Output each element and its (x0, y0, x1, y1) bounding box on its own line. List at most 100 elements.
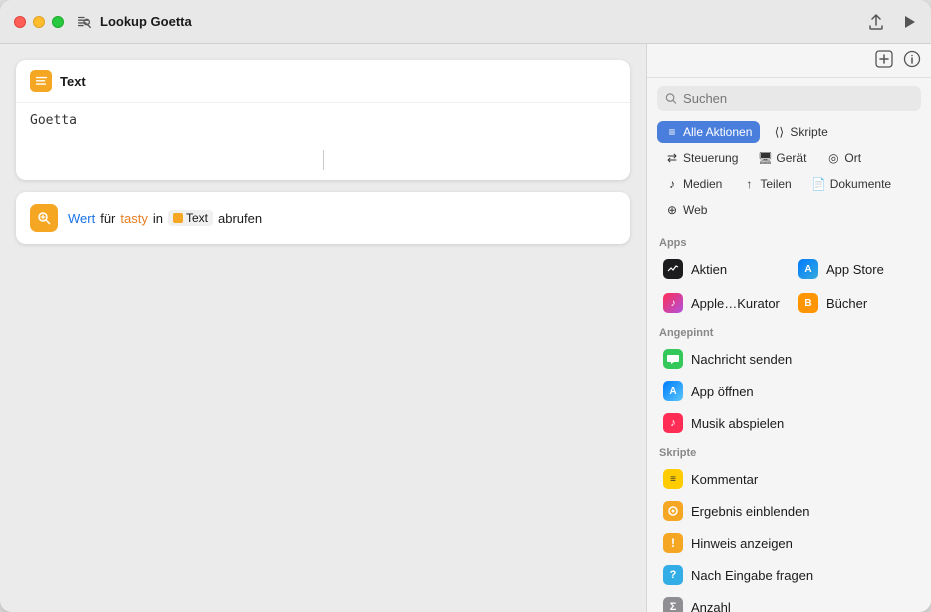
list-item-anzahl[interactable]: Σ Anzahl (655, 591, 923, 612)
eingabe-label: Nach Eingabe fragen (691, 568, 813, 583)
lookup-text: Wert für tasty in Text abrufen (68, 210, 262, 226)
hinweis-label: Hinweis anzeigen (691, 536, 793, 551)
titlebar-actions (867, 13, 917, 31)
lookup-token-abrufen: abrufen (218, 211, 262, 226)
kommentar-label: Kommentar (691, 472, 758, 487)
text-card-title: Text (60, 74, 86, 89)
appopen-icon: A (663, 381, 683, 401)
cat-btn-teilen[interactable]: ↑ Teilen (734, 173, 799, 195)
sidebar-list: Apps Aktien A App Store (647, 229, 931, 612)
apple-label: Apple…Kurator (691, 296, 780, 311)
steuerung-icon: ⇄ (665, 151, 679, 165)
cat-btn-geraet[interactable]: 🖥 Gerät (750, 147, 814, 169)
cat-label-geraet: Gerät (776, 151, 806, 165)
list-item-appstore[interactable]: A App Store (790, 253, 923, 285)
appopen-label: App öffnen (691, 384, 754, 399)
search-icon (665, 92, 677, 105)
main-window: Lookup Goetta (0, 0, 931, 612)
list-item-aktien[interactable]: Aktien (655, 253, 788, 285)
close-button[interactable] (14, 16, 26, 28)
cat-btn-steuerung[interactable]: ⇄ Steuerung (657, 147, 746, 169)
lookup-token-tasty[interactable]: tasty (120, 211, 147, 226)
list-item-nachricht[interactable]: Nachricht senden (655, 343, 923, 375)
list-item-eingabe[interactable]: ? Nach Eingabe fragen (655, 559, 923, 591)
cat-btn-web[interactable]: ⊕ Web (657, 199, 715, 221)
cat-label-teilen: Teilen (760, 177, 791, 191)
workflow-panel: Text Goetta Wert für (0, 44, 646, 612)
lookup-token-text-tag[interactable]: Text (168, 210, 213, 226)
ergebnis-icon (663, 501, 683, 521)
anzahl-icon: Σ (663, 597, 683, 612)
section-label-apps: Apps (655, 229, 923, 253)
maximize-button[interactable] (52, 16, 64, 28)
cat-btn-medien[interactable]: ♪ Medien (657, 173, 730, 195)
teilen-icon: ↑ (742, 177, 756, 191)
cat-btn-dokumente[interactable]: 📄 Dokumente (804, 173, 899, 195)
nachricht-icon (663, 349, 683, 369)
aktien-label: Aktien (691, 262, 727, 277)
kommentar-icon: ≡ (663, 469, 683, 489)
window-title: Lookup Goetta (100, 14, 867, 29)
geraet-icon: 🖥 (758, 151, 772, 165)
cat-label-alle: Alle Aktionen (683, 125, 752, 139)
section-label-angepinnt: Angepinnt (655, 319, 923, 343)
alle-icon: ≡ (665, 125, 679, 139)
category-buttons: ≡ Alle Aktionen ⟨⟩ Skripte ⇄ Steuerung 🖥… (647, 117, 931, 229)
cat-btn-skripte[interactable]: ⟨⟩ Skripte (764, 121, 835, 143)
text-card-header: Text (16, 60, 630, 103)
nachricht-label: Nachricht senden (691, 352, 792, 367)
lookup-token-fuer: für (100, 211, 115, 226)
run-button[interactable] (901, 14, 917, 30)
list-item-appopen[interactable]: A App öffnen (655, 375, 923, 407)
eingabe-icon: ? (663, 565, 683, 585)
appstore-label: App Store (826, 262, 884, 277)
tag-icon (173, 213, 183, 223)
ergebnis-label: Ergebnis einblenden (691, 504, 810, 519)
traffic-lights (14, 16, 64, 28)
search-input[interactable] (683, 91, 913, 106)
list-item-musik[interactable]: ♪ Musik abspielen (655, 407, 923, 439)
cat-label-web: Web (683, 203, 707, 217)
list-item-buecher[interactable]: B Bücher (790, 287, 923, 319)
cat-label-skripte: Skripte (790, 125, 827, 139)
appstore-icon: A (798, 259, 818, 279)
app-icon (74, 12, 94, 32)
text-card-body[interactable]: Goetta (16, 103, 630, 180)
section-label-skripte: Skripte (655, 439, 923, 463)
musik-label: Musik abspielen (691, 416, 784, 431)
web-icon: ⊕ (665, 203, 679, 217)
skripte-icon: ⟨⟩ (772, 125, 786, 139)
card-divider (323, 150, 324, 170)
text-action-icon (30, 70, 52, 92)
lookup-icon (30, 204, 58, 232)
musik-icon: ♪ (663, 413, 683, 433)
sidebar-header (647, 44, 931, 78)
text-action-card: Text Goetta (16, 60, 630, 180)
info-button[interactable] (903, 50, 921, 73)
hinweis-icon: ! (663, 533, 683, 553)
list-item-hinweis[interactable]: ! Hinweis anzeigen (655, 527, 923, 559)
dokumente-icon: 📄 (812, 177, 826, 191)
text-input[interactable]: Goetta (30, 113, 616, 145)
medien-icon: ♪ (665, 177, 679, 191)
share-button[interactable] (867, 13, 885, 31)
list-item-ergebnis[interactable]: Ergebnis einblenden (655, 495, 923, 527)
buecher-icon: B (798, 293, 818, 313)
apps-grid: Aktien A App Store ♪ Apple…Kurator (655, 253, 923, 319)
ort-icon: ◎ (826, 151, 840, 165)
minimize-button[interactable] (33, 16, 45, 28)
list-item-kommentar[interactable]: ≡ Kommentar (655, 463, 923, 495)
cat-btn-alle[interactable]: ≡ Alle Aktionen (657, 121, 760, 143)
cat-btn-ort[interactable]: ◎ Ort (818, 147, 869, 169)
buecher-label: Bücher (826, 296, 867, 311)
list-item-apple[interactable]: ♪ Apple…Kurator (655, 287, 788, 319)
search-bar[interactable] (657, 86, 921, 111)
anzahl-label: Anzahl (691, 600, 731, 612)
sidebar: ≡ Alle Aktionen ⟨⟩ Skripte ⇄ Steuerung 🖥… (646, 44, 931, 612)
add-action-button[interactable] (875, 50, 893, 73)
aktien-icon (663, 259, 683, 279)
lookup-token-wert[interactable]: Wert (68, 211, 95, 226)
lookup-token-in: in (153, 211, 163, 226)
apple-icon: ♪ (663, 293, 683, 313)
lookup-token-text: Text (186, 211, 208, 225)
